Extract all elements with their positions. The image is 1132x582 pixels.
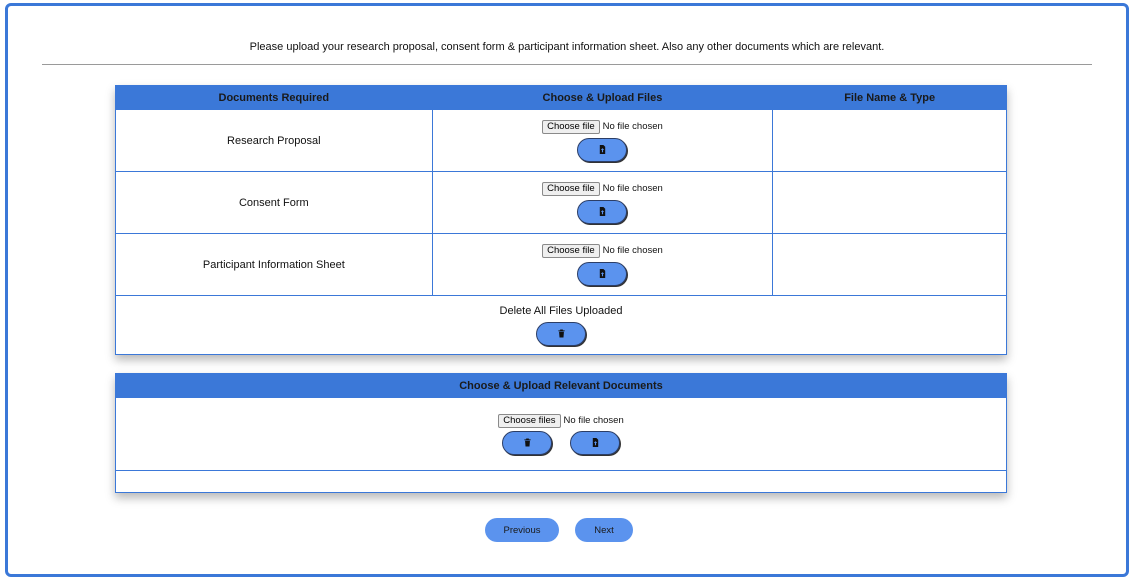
file-upload-icon — [599, 207, 606, 216]
relevant-files-input[interactable]: Choose files No file chosen — [498, 413, 624, 428]
file-status: No file chosen — [563, 414, 624, 426]
file-status: No file chosen — [602, 244, 663, 256]
relevant-files-list-row — [115, 470, 1007, 493]
doc-label-consent-form: Consent Form — [115, 171, 433, 234]
next-button[interactable]: Next — [575, 518, 633, 542]
file-name-consent-form — [772, 171, 1007, 234]
doc-label-research-proposal: Research Proposal — [115, 109, 433, 172]
delete-all-label: Delete All Files Uploaded — [499, 304, 623, 317]
trash-icon — [557, 329, 565, 338]
choose-files-button[interactable]: Choose files — [498, 413, 561, 428]
upload-participant-info-button[interactable] — [577, 261, 628, 286]
header-file-name-type: File Name & Type — [772, 85, 1007, 110]
delete-all-row: Delete All Files Uploaded — [115, 295, 1007, 355]
documents-required-table: Documents Required Choose & Upload Files… — [115, 85, 1007, 355]
doc-label-participant-information-sheet: Participant Information Sheet — [115, 233, 433, 296]
choose-file-button[interactable]: Choose file — [542, 181, 600, 196]
header-documents-required: Documents Required — [115, 85, 433, 110]
table-row: Research Proposal Choose file No file ch… — [115, 109, 1007, 172]
choose-file-button[interactable]: Choose file — [542, 243, 600, 258]
research-proposal-file-input[interactable]: Choose file No file chosen — [542, 119, 663, 134]
relevant-documents-table: Choose & Upload Relevant Documents Choos… — [115, 373, 1007, 493]
table-row: Consent Form Choose file No file chosen — [115, 171, 1007, 234]
consent-form-file-input[interactable]: Choose file No file chosen — [542, 181, 663, 196]
upload-consent-form-button[interactable] — [577, 199, 628, 224]
header-relevant-documents: Choose & Upload Relevant Documents — [115, 373, 1007, 398]
divider — [42, 64, 1092, 65]
previous-button[interactable]: Previous — [485, 518, 559, 542]
file-status: No file chosen — [602, 120, 663, 132]
file-upload-icon — [592, 438, 598, 447]
file-upload-icon — [599, 269, 606, 278]
file-name-participant-info — [772, 233, 1007, 296]
choose-file-button[interactable]: Choose file — [542, 119, 600, 134]
file-name-research-proposal — [772, 109, 1007, 172]
delete-relevant-files-button[interactable] — [502, 430, 552, 455]
table-row: Participant Information Sheet Choose fil… — [115, 233, 1007, 296]
trash-icon — [523, 438, 531, 447]
header-choose-upload: Choose & Upload Files — [431, 85, 774, 110]
upload-research-proposal-button[interactable] — [577, 137, 628, 162]
upload-relevant-files-button[interactable] — [570, 430, 620, 455]
intro-text: Please upload your research proposal, co… — [249, 41, 885, 53]
relevant-upload-row: Choose files No file chosen — [115, 397, 1007, 471]
file-upload-icon — [599, 145, 606, 154]
delete-all-files-button[interactable] — [536, 321, 586, 346]
participant-info-file-input[interactable]: Choose file No file chosen — [542, 243, 663, 258]
file-status: No file chosen — [602, 182, 663, 194]
